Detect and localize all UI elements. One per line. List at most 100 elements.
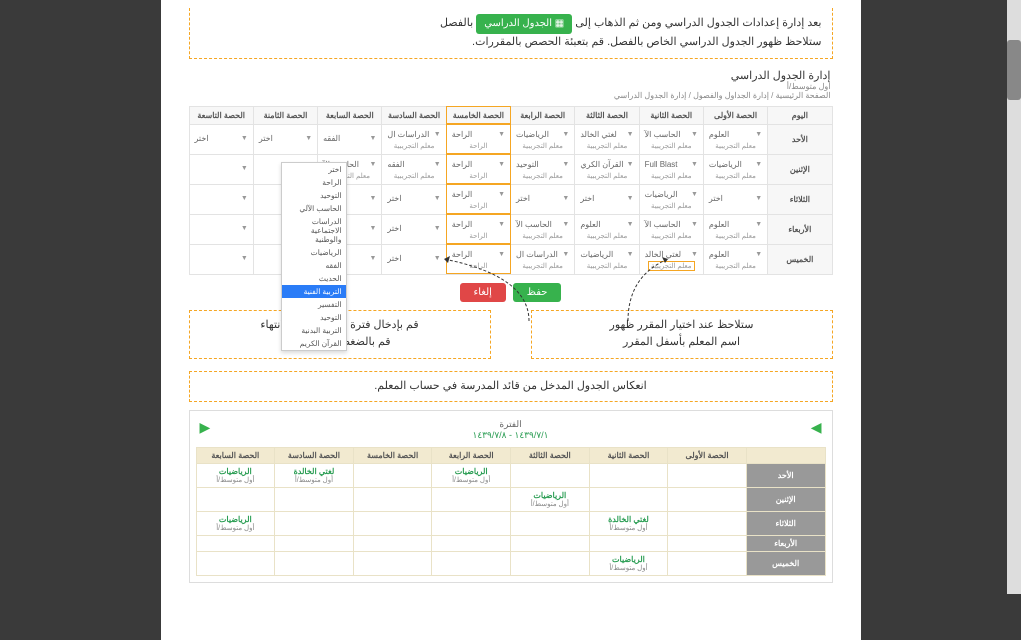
subject-dropdown[interactable]: اخترالراحةالتوحيدالحاسب الآليالدراسات ال… [281, 162, 347, 351]
schedule-cell[interactable]: ▼الرياضياتمعلم التجريبية [639, 184, 703, 214]
schedule-cell[interactable]: ▼الفقه [318, 124, 382, 154]
schedule-cell[interactable]: ▼الحاسب الآمعلم التجريبية [639, 214, 703, 244]
schedule-cell[interactable]: ▼ [189, 154, 253, 184]
teacher-label: معلم التجريبية [514, 172, 571, 180]
schedule-cell[interactable]: ▼الراحةالراحة [446, 154, 510, 184]
chevron-down-icon: ▼ [434, 131, 441, 138]
day-header: الخميس [768, 244, 832, 274]
teacher-label: الراحة [450, 142, 507, 150]
chevron-down-icon: ▼ [498, 161, 505, 168]
schedule-cell[interactable]: ▼لغتي الخالدمعلم التجريبية [639, 244, 703, 274]
class-name: أول متوسط/أ [191, 82, 831, 91]
schedule-cell[interactable]: ▼الراحةالراحة [446, 214, 510, 244]
day-header: الإثنين [768, 154, 832, 184]
column-header: الحصة السادسة [382, 106, 446, 124]
chevron-down-icon: ▼ [562, 195, 569, 202]
schedule-cell[interactable]: ▼العلوممعلم التجريبية [703, 244, 767, 274]
t-cell [275, 536, 354, 552]
dropdown-option[interactable]: اختر [282, 163, 346, 176]
dropdown-option[interactable]: التوحيد [282, 189, 346, 202]
schedule-cell[interactable]: ▼الحاسب الآمعلم التجريبية [639, 124, 703, 154]
dropdown-option[interactable]: القرآن الكريم [282, 337, 346, 350]
chevron-down-icon: ▼ [434, 195, 441, 202]
schedule-cell[interactable]: ▼ [189, 214, 253, 244]
dropdown-option[interactable]: الفقه [282, 259, 346, 272]
schedule-cell[interactable]: ▼التوحيدمعلم التجريبية [511, 154, 575, 184]
schedule-cell[interactable]: ▼الراحةالراحة [446, 244, 510, 274]
dropdown-option[interactable]: التوحيد [282, 311, 346, 324]
dropdown-option[interactable]: الحديث [282, 272, 346, 285]
t-cell [196, 552, 275, 576]
dropdown-option[interactable]: التربية البدنية [282, 324, 346, 337]
subject-label: اختر [387, 194, 401, 203]
chevron-down-icon: ▼ [498, 131, 505, 138]
schedule-cell[interactable]: ▼اختر [382, 214, 446, 244]
dropdown-option[interactable]: الراحة [282, 176, 346, 189]
t-day-header: الإثنين [746, 488, 825, 512]
schedule-cell[interactable]: ▼الدراسات المعلم التجريبية [382, 124, 446, 154]
period-range: ١٤٣٩/٧/١ - ١٤٣٩/٧/٨ [472, 430, 548, 440]
schedule-cell[interactable]: ▼العلوممعلم التجريبية [703, 124, 767, 154]
schedule-cell[interactable]: ▼الرياضياتمعلم التجريبية [703, 154, 767, 184]
schedule-cell[interactable]: ▼العلوممعلم التجريبية [575, 214, 639, 244]
schedule-cell[interactable]: ▼القرآن الكريمعلم التجريبية [575, 154, 639, 184]
schedule-cell[interactable]: ▼اختر [511, 184, 575, 214]
t-class: أول متوسط/أ [592, 564, 666, 572]
schedule-cell[interactable]: ▼الراحةالراحة [446, 124, 510, 154]
schedule-cell[interactable]: ▼الراحةالراحة [446, 184, 510, 214]
save-button[interactable]: حفظ [513, 283, 562, 302]
schedule-cell[interactable]: ▼الحاسب الآمعلم التجريبية [511, 214, 575, 244]
schedule-cell[interactable]: ▼ اختر [382, 184, 446, 214]
next-period-icon[interactable]: ▶ [200, 419, 211, 436]
schedule-cell[interactable]: ▼الدراسات المعلم التجريبية [511, 244, 575, 274]
subject-label: العلوم [709, 220, 729, 229]
t-cell [668, 536, 747, 552]
day-header: الأربعاء [768, 214, 832, 244]
t-day-header: الأحد [746, 464, 825, 488]
t-class: أول متوسط/أ [199, 476, 273, 484]
subject-label: الدراسات ال [516, 250, 558, 259]
schedule-cell[interactable]: ▼ [189, 184, 253, 214]
subject-label: الفقه [323, 134, 340, 143]
schedule-cell[interactable]: ▼الفقهمعلم التجريبية [382, 154, 446, 184]
subject-label: العلوم [709, 130, 729, 139]
schedule-cell[interactable]: ▼اختر [575, 184, 639, 214]
schedule-cell[interactable]: ▼الرياضياتمعلم التجريبية [511, 124, 575, 154]
subject-label: اختر [195, 134, 209, 143]
t-cell [275, 552, 354, 576]
scrollbar-thumb[interactable] [1007, 40, 1021, 100]
dropdown-option[interactable]: التربية الفنية [282, 285, 346, 298]
prev-period-icon[interactable]: ◀ [811, 419, 822, 436]
schedule-cell[interactable]: ▼Full Blastمعلم التجريبية [639, 154, 703, 184]
chevron-down-icon: ▼ [498, 251, 505, 258]
schedule-cell[interactable]: ▼اختر [189, 124, 253, 154]
dropdown-option[interactable]: الرياضيات [282, 246, 346, 259]
cancel-button[interactable]: إلغاء [460, 283, 506, 302]
teacher-schedule-box: ◀ الفترة ١٤٣٩/٧/١ - ١٤٣٩/٧/٨ ▶ الحصة الأ… [189, 410, 833, 583]
schedule-cell[interactable]: ▼ [189, 244, 253, 274]
schedule-cell[interactable]: ▼اختر [382, 244, 446, 274]
schedule-cell[interactable]: ▼الرياضياتمعلم التجريبية [575, 244, 639, 274]
schedule-cell[interactable]: ▼اختر [253, 124, 317, 154]
teacher-label: معلم التجريبية [578, 262, 635, 270]
subject-label: الراحة [452, 190, 473, 199]
subject-label: الرياضيات [516, 130, 549, 139]
chevron-down-icon: ▼ [498, 191, 505, 198]
dropdown-option[interactable]: الحاسب الآلي [282, 202, 346, 215]
dropdown-option[interactable]: التفسير [282, 298, 346, 311]
schedule-cell[interactable]: ▼لغتي الخالدمعلم التجريبية [575, 124, 639, 154]
subject-label: العلوم [580, 220, 600, 229]
t-cell [589, 536, 668, 552]
chevron-down-icon: ▼ [369, 225, 376, 232]
chevron-down-icon: ▼ [627, 221, 634, 228]
chevron-down-icon: ▼ [691, 221, 698, 228]
vertical-scrollbar[interactable] [1007, 0, 1021, 594]
schedule-cell[interactable]: ▼اختر [703, 184, 767, 214]
schedule-cell[interactable]: ▼العلوممعلم التجريبية [703, 214, 767, 244]
column-header: الحصة السابعة [318, 106, 382, 124]
dropdown-option[interactable]: الدراسات الاجتماعية والوطنية [282, 215, 346, 246]
teacher-label: معلم التجريبية [707, 262, 764, 270]
t-subject: الرياضيات [513, 491, 587, 500]
subject-label: الرياضيات [580, 250, 613, 259]
teacher-label: معلم التجريبية [514, 262, 571, 270]
